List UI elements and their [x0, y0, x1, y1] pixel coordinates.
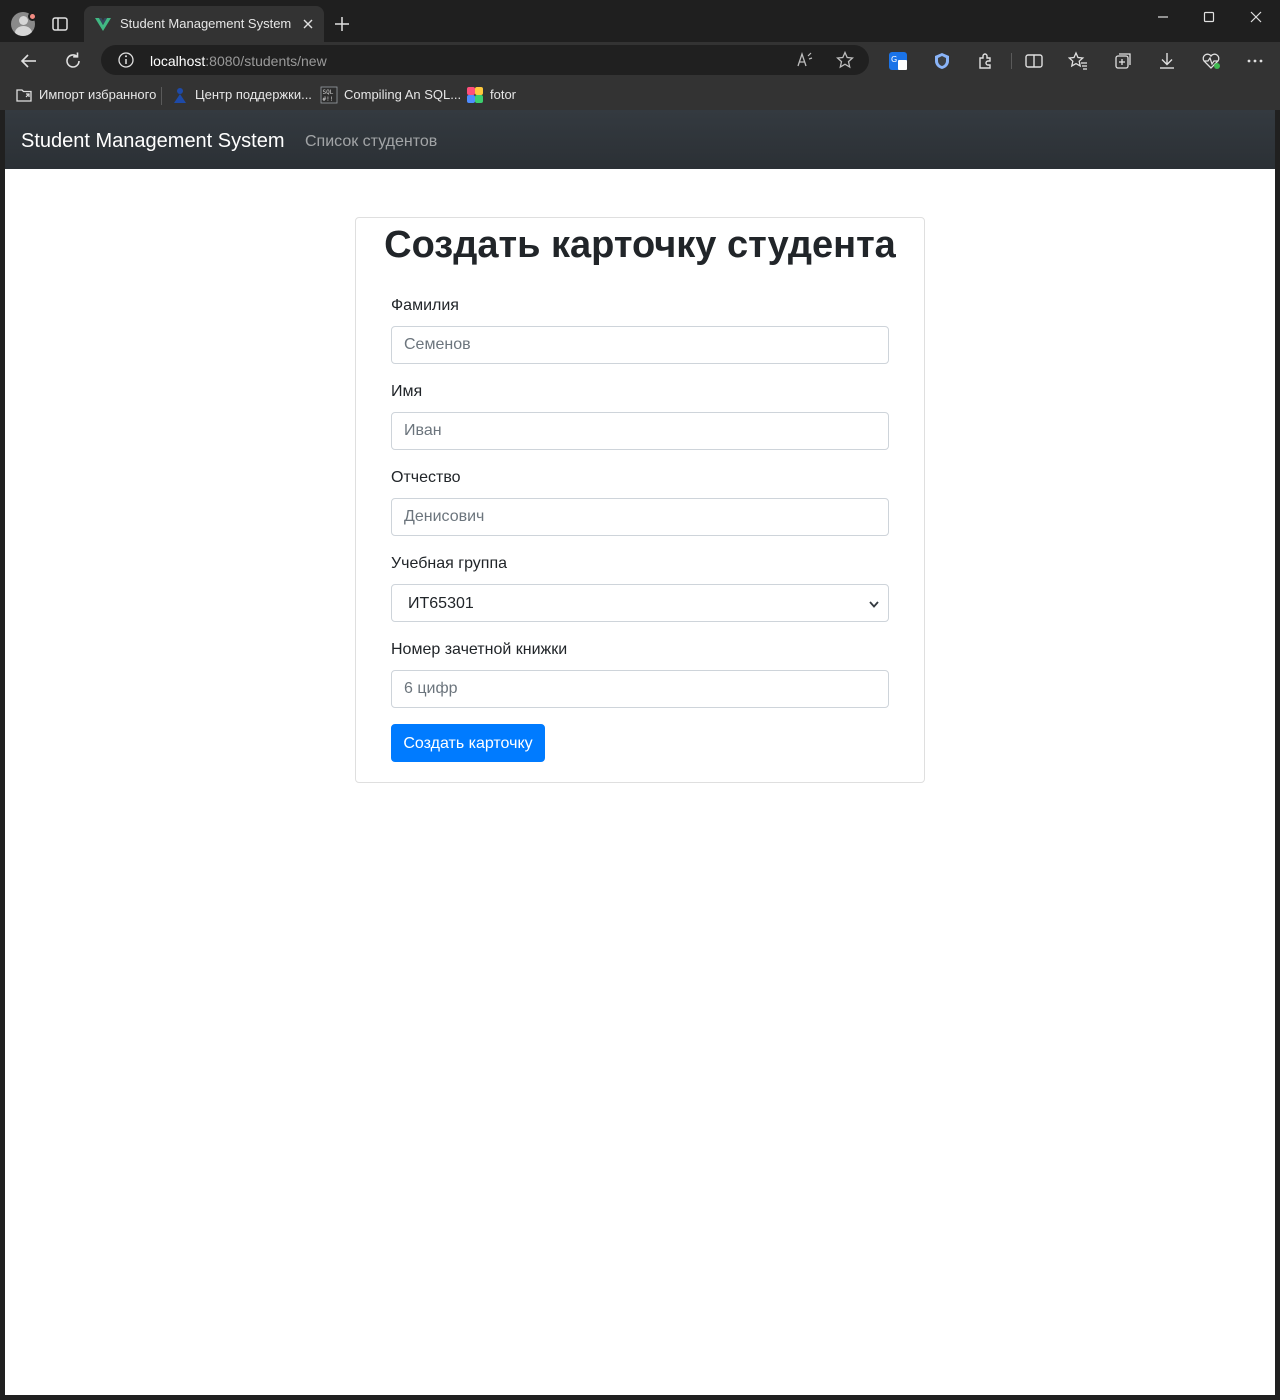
record-book-input[interactable] — [391, 670, 889, 708]
browser-window: Student Management System localhost:8080… — [0, 0, 1280, 1400]
page-title: Создать карточку студента — [384, 224, 896, 266]
new-tab-icon[interactable] — [332, 14, 352, 34]
study-group-select[interactable]: ИТ65301 — [391, 584, 889, 622]
browser-essentials-icon[interactable] — [1201, 51, 1221, 71]
patronymic-input[interactable] — [391, 498, 889, 536]
study-group-label: Учебная группа — [391, 555, 508, 572]
svg-text:SQL: SQL — [323, 89, 334, 96]
page-viewport: Student Management System Список студент… — [5, 110, 1275, 1395]
notification-dot-icon — [28, 12, 37, 21]
fotor-logo-icon — [467, 87, 483, 103]
refresh-icon[interactable] — [63, 51, 83, 71]
maximize-icon[interactable] — [1198, 8, 1220, 26]
more-options-icon[interactable] — [1245, 51, 1265, 71]
bookmark-label: Импорт избранного — [39, 87, 157, 102]
address-bar[interactable]: localhost:8080/students/new — [101, 45, 869, 75]
svg-text:G: G — [891, 55, 897, 64]
split-screen-icon[interactable] — [1024, 51, 1044, 71]
app-navbar: Student Management System Список студент… — [5, 110, 1275, 169]
url-text: localhost:8080/students/new — [150, 53, 327, 69]
last-name-input[interactable] — [391, 326, 889, 364]
tab-actions-icon[interactable] — [50, 14, 70, 34]
first-name-label: Имя — [391, 383, 423, 400]
favorites-icon[interactable] — [1068, 51, 1088, 71]
close-window-icon[interactable] — [1245, 8, 1267, 26]
site-info-icon[interactable] — [117, 51, 135, 69]
patronymic-label: Отчество — [391, 469, 461, 486]
translate-extension-icon[interactable]: G — [888, 51, 908, 71]
bookmark-label: Compiling An SQL... — [344, 87, 462, 102]
chevron-down-icon — [869, 601, 879, 608]
bookmark-separator — [161, 87, 162, 105]
nav-link-student-list[interactable]: Список студентов — [305, 133, 437, 151]
minimize-icon[interactable] — [1152, 8, 1174, 26]
toolbar-separator — [1011, 53, 1012, 69]
svg-text:#!!: #!! — [323, 96, 334, 103]
support-logo-icon — [174, 88, 186, 103]
last-name-label: Фамилия — [391, 297, 459, 314]
sql-logo-icon: SQL #!! — [320, 86, 338, 104]
student-form-card: Создать карточку студента Фамилия Имя От… — [355, 217, 925, 783]
close-tab-icon[interactable] — [300, 16, 316, 32]
collections-icon[interactable] — [1113, 51, 1133, 71]
bookmark-label: Центр поддержки... — [195, 87, 312, 102]
read-aloud-icon[interactable] — [796, 51, 814, 69]
extensions-icon[interactable] — [976, 51, 996, 71]
vue-logo-icon — [95, 18, 111, 31]
study-group-selected-value: ИТ65301 — [408, 595, 474, 612]
shield-icon[interactable] — [932, 51, 952, 71]
record-book-label: Номер зачетной книжки — [391, 641, 568, 658]
downloads-icon[interactable] — [1157, 51, 1177, 71]
url-host: localhost — [150, 53, 206, 69]
active-tab[interactable]: Student Management System — [84, 6, 324, 42]
create-card-button-label: Создать карточку — [403, 735, 533, 752]
tab-title: Student Management System — [120, 16, 292, 31]
tab-strip: Student Management System — [0, 0, 1280, 42]
navbar-brand[interactable]: Student Management System — [21, 130, 284, 153]
back-arrow-icon[interactable] — [19, 51, 39, 71]
bookmarks-bar: Импорт избранного Центр поддержки... SQL… — [0, 80, 1280, 110]
browser-toolbar: localhost:8080/students/new G — [0, 42, 1280, 80]
bookmark-label: fotor — [490, 87, 517, 102]
import-folder-icon — [16, 89, 32, 102]
url-path: :8080/students/new — [205, 53, 327, 69]
first-name-input[interactable] — [391, 412, 889, 450]
create-card-button[interactable]: Создать карточку — [391, 724, 545, 762]
favorite-star-icon[interactable] — [836, 51, 854, 69]
